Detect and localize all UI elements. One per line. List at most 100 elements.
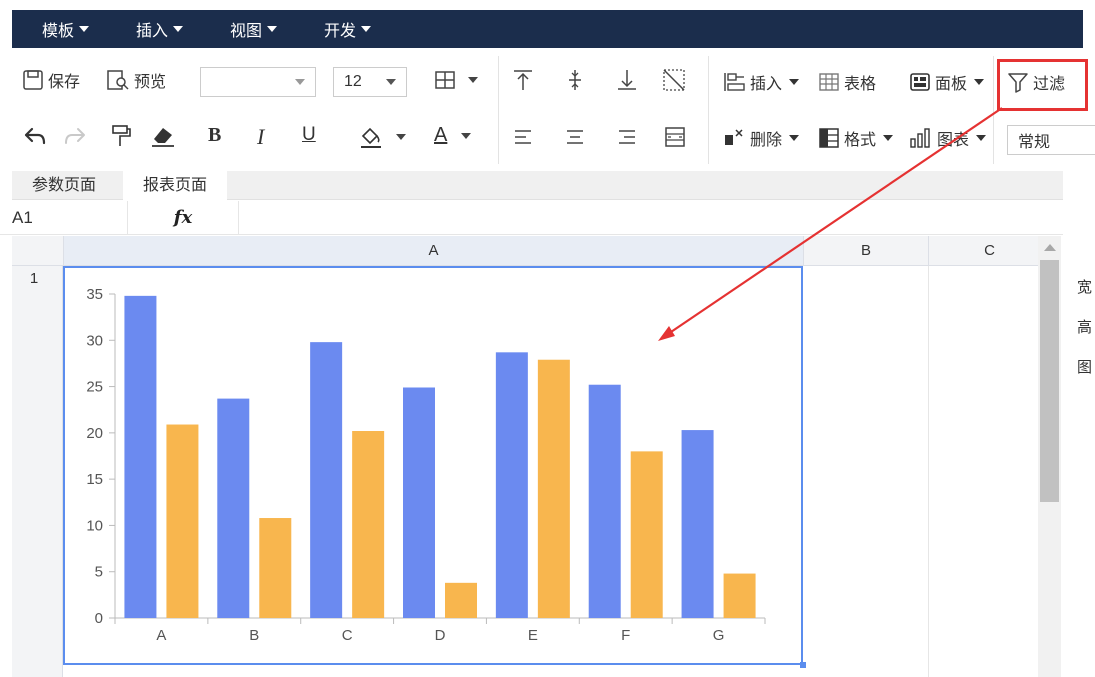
bold-button[interactable]: B [208, 124, 221, 147]
save-label: 保存 [48, 74, 81, 91]
font-size-select[interactable]: 12 [333, 67, 407, 97]
merge-cells-icon [665, 127, 685, 147]
align-left-button[interactable] [512, 128, 534, 146]
grid-line [928, 266, 929, 677]
delete-dropdown[interactable]: 删除 [722, 126, 800, 150]
chevron-down-icon [789, 135, 800, 141]
page-tabs: 参数页面 报表页面 [12, 171, 1063, 200]
column-header-c[interactable]: C [928, 236, 1050, 266]
x-tick-label: G [713, 627, 725, 644]
align-center-icon [567, 130, 583, 144]
redo-button[interactable] [64, 126, 88, 146]
x-tick-label: C [342, 627, 353, 644]
save-button[interactable]: 保存 [22, 68, 80, 92]
fx-icon[interactable]: fx [127, 201, 239, 235]
cell-reference[interactable]: A1 [12, 201, 127, 235]
underline-icon: U [302, 124, 316, 145]
chevron-down-icon [974, 79, 985, 85]
merge-cells-button[interactable] [664, 126, 686, 148]
menu-template-label: 模板 [42, 23, 75, 40]
right-property-panel: 宽 高 图 [1063, 168, 1095, 677]
format-painter-button[interactable] [110, 124, 132, 148]
bar-c-series-2 [352, 431, 385, 618]
align-bottom-icon [618, 70, 636, 90]
italic-icon: I [257, 124, 265, 149]
align-bottom-button[interactable] [616, 68, 638, 92]
font-family-select[interactable] [200, 67, 316, 97]
align-right-icon [619, 130, 635, 144]
y-tick-label: 5 [95, 564, 103, 581]
cell-format-icon [819, 128, 839, 148]
menu-view[interactable]: 视图 [230, 17, 278, 41]
font-color-button[interactable]: A [434, 124, 472, 147]
font-color-icon: A [434, 124, 448, 146]
y-tick-label: 30 [86, 332, 103, 349]
chevron-down-icon [386, 79, 396, 85]
border-icon [435, 71, 455, 89]
number-format-select[interactable]: 常规 [1007, 125, 1095, 155]
font-size-value: 12 [344, 73, 362, 90]
chevron-down-icon [361, 26, 372, 32]
formula-input[interactable] [240, 201, 1063, 235]
x-tick-label: D [435, 627, 446, 644]
chevron-down-icon [173, 26, 184, 32]
bar-chart-icon [910, 128, 930, 148]
delete-row-icon [725, 129, 743, 145]
scrollbar-thumb[interactable] [1040, 260, 1059, 502]
bar-e-series-2 [537, 359, 570, 618]
align-top-button[interactable] [512, 68, 534, 92]
select-all-corner[interactable] [12, 236, 63, 266]
diagonal-split-button[interactable] [662, 68, 686, 92]
align-middle-button[interactable] [564, 68, 586, 92]
y-tick-label: 25 [86, 379, 103, 396]
bar-b-series-2 [259, 518, 292, 618]
menu-develop[interactable]: 开发 [324, 17, 372, 41]
panel-dropdown[interactable]: 面板 [909, 70, 985, 94]
eraser-icon [152, 128, 174, 147]
clear-format-button[interactable] [150, 124, 176, 148]
chevron-down-icon [295, 79, 305, 85]
tab-report-page[interactable]: 报表页面 [123, 171, 228, 200]
preview-icon [107, 70, 129, 90]
chart-dropdown[interactable]: 图表 [909, 126, 987, 150]
vertical-scrollbar[interactable] [1038, 236, 1061, 677]
align-top-icon [514, 70, 532, 90]
align-center-button[interactable] [564, 128, 586, 146]
border-button[interactable] [434, 70, 478, 90]
align-middle-icon [569, 70, 581, 90]
menu-template[interactable]: 模板 [42, 17, 90, 41]
tab-parameter-page-label: 参数页面 [32, 177, 97, 194]
menu-insert[interactable]: 插入 [136, 17, 184, 41]
column-header-a[interactable]: A [63, 236, 803, 266]
tab-parameter-page[interactable]: 参数页面 [12, 171, 116, 200]
insert-label: 插入 [750, 76, 783, 93]
scroll-up-icon[interactable] [1044, 244, 1056, 251]
fill-color-icon [361, 127, 381, 148]
insert-row-icon [724, 73, 745, 91]
column-header-b[interactable]: B [803, 236, 928, 266]
underline-button[interactable]: U [302, 124, 316, 146]
formula-bar: A1 fx [0, 201, 1063, 235]
filter-highlight-box [997, 59, 1088, 111]
bar-chart[interactable]: 0 5 10 15 20 25 30 35 A B C D E F G [65, 268, 801, 663]
insert-dropdown[interactable]: 插入 [722, 70, 800, 94]
preview-label: 预览 [134, 74, 167, 91]
align-right-button[interactable] [616, 128, 638, 146]
resize-handle[interactable] [800, 662, 806, 668]
row-header-1[interactable]: 1 [12, 270, 56, 287]
menu-develop-label: 开发 [324, 23, 357, 40]
format-dropdown[interactable]: 格式 [818, 126, 894, 150]
preview-button[interactable]: 预览 [106, 68, 166, 92]
chart-container[interactable]: 0 5 10 15 20 25 30 35 A B C D E F G [63, 266, 806, 668]
fill-color-button[interactable] [358, 124, 406, 150]
table-button[interactable]: 表格 [818, 70, 876, 94]
chart-label: 图表 [937, 132, 970, 149]
format-label: 格式 [844, 132, 877, 149]
table-label: 表格 [844, 76, 877, 93]
undo-button[interactable] [22, 126, 46, 146]
italic-button[interactable]: I [257, 124, 264, 150]
bar-b-series-1 [217, 398, 250, 618]
divider [708, 56, 709, 164]
chevron-down-icon [789, 79, 800, 85]
bold-icon: B [208, 124, 222, 146]
